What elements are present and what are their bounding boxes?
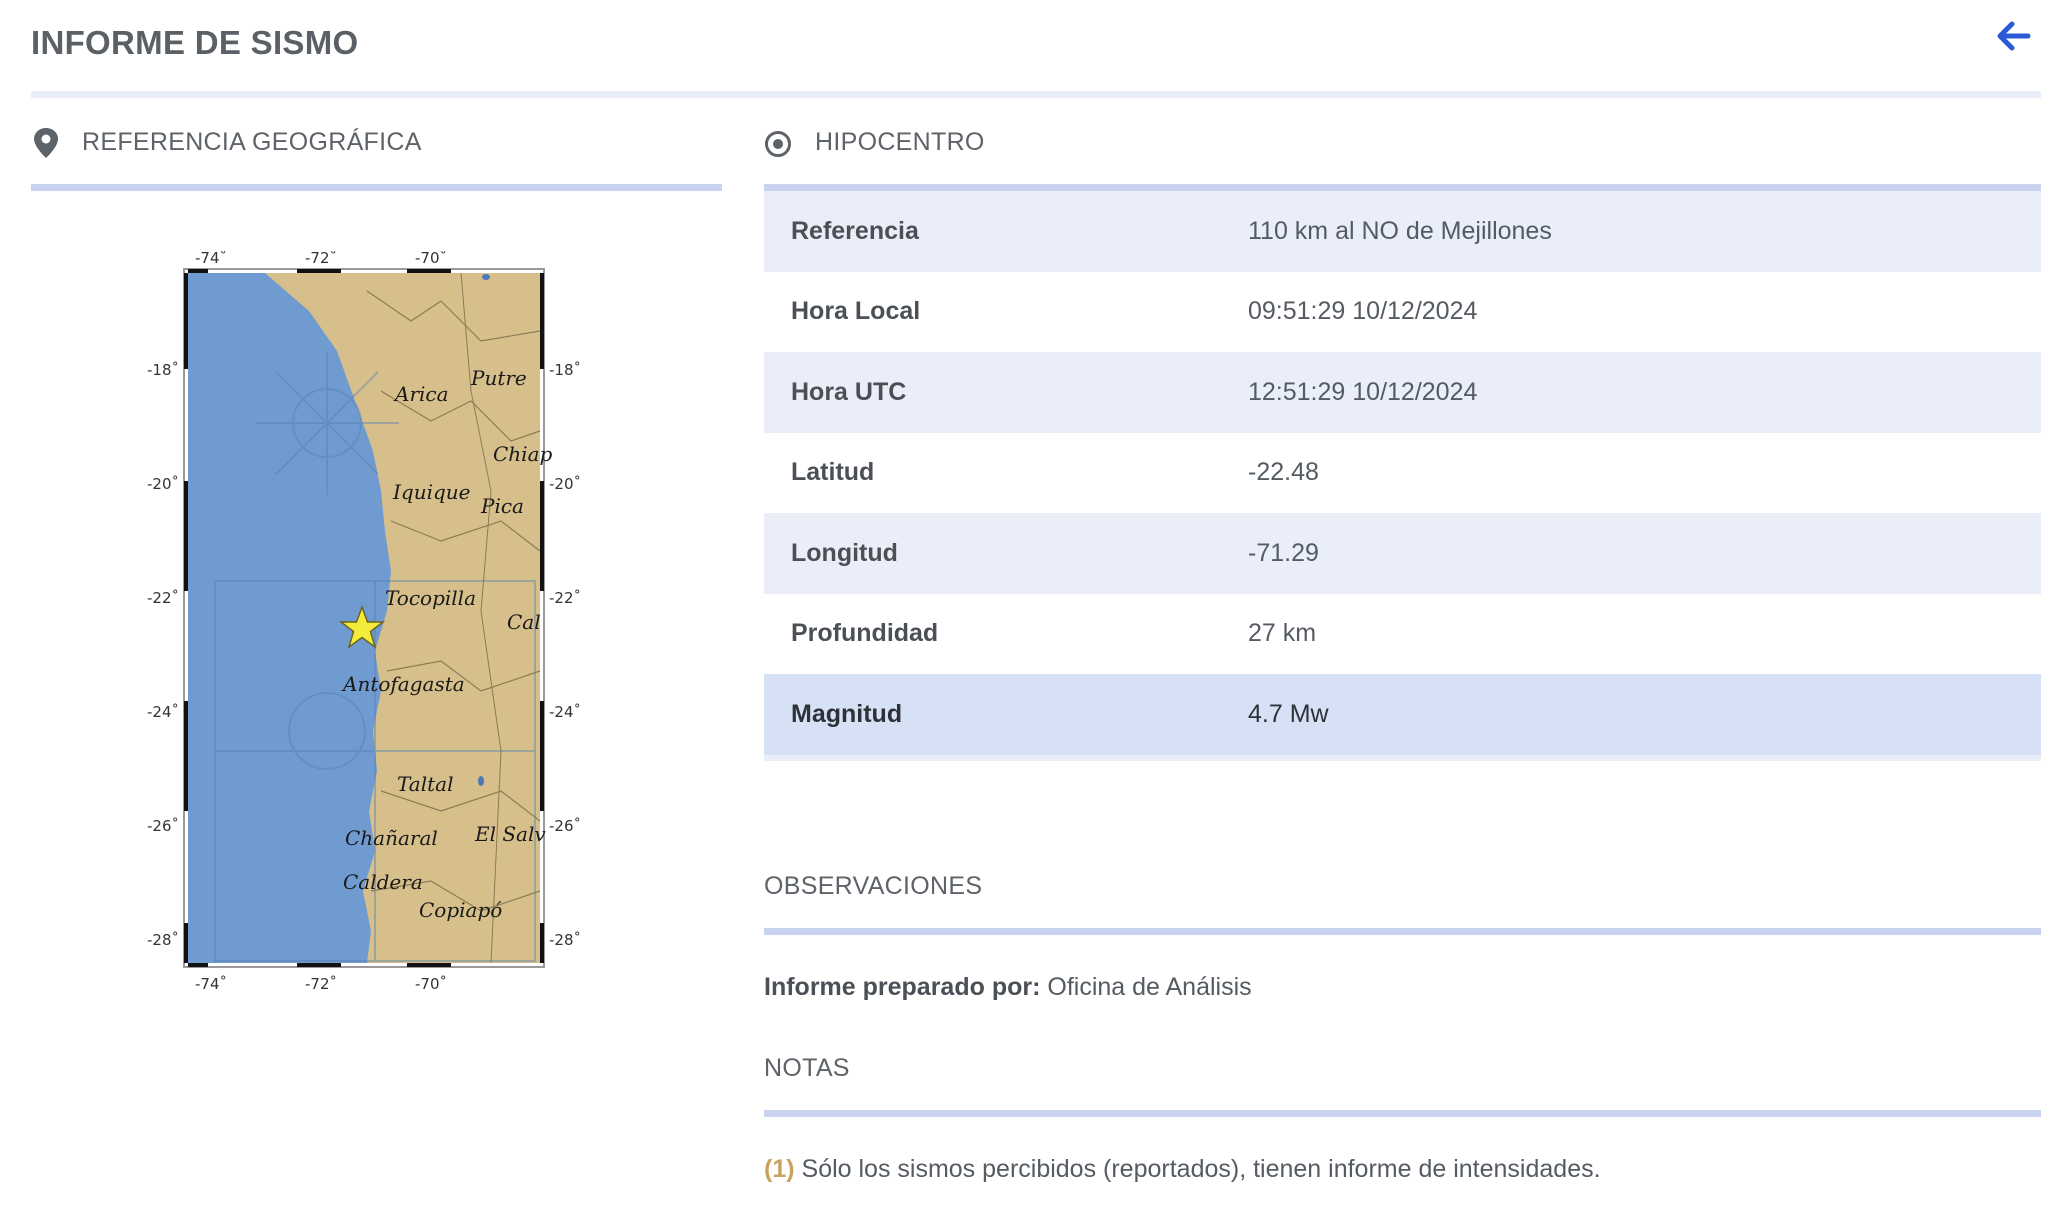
row-value: 09:51:29 10/12/2024 <box>1248 271 2041 352</box>
map-pin-icon <box>34 128 58 158</box>
map-place-label: Copiapó <box>419 898 502 922</box>
table-row: Longitud -71.29 <box>764 513 2041 594</box>
map-tick-right: -26˚ <box>549 817 581 835</box>
row-label: Latitud <box>764 432 1248 513</box>
row-value: 110 km al NO de Mejillones <box>1248 191 2041 272</box>
observations-section: OBSERVACIONES Informe preparado por: Ofi… <box>764 866 2041 1002</box>
prepared-by-label: Informe preparado por: <box>764 973 1041 1001</box>
title-divider <box>31 91 2041 98</box>
row-value: 4.7 Mw <box>1248 674 2041 755</box>
table-row-magnitude: Magnitud 4.7 Mw <box>764 674 2041 755</box>
map-tick-top: -72˚ <box>305 251 337 267</box>
map-tick-left: -24˚ <box>147 703 179 721</box>
map-tick-top: -70˚ <box>415 251 447 267</box>
map-tick-left: -18˚ <box>147 361 179 379</box>
hypocenter-table: Referencia 110 km al NO de Mejillones Ho… <box>764 191 2041 755</box>
row-value: 12:51:29 10/12/2024 <box>1248 352 2041 433</box>
hypocenter-header: HIPOCENTRO <box>764 122 2041 184</box>
map-tick-right: -24˚ <box>549 703 581 721</box>
map-tick-left: -26˚ <box>147 817 179 835</box>
note-item: (1) Sólo los sismos percibidos (reportad… <box>764 1155 2041 1184</box>
map-tick-right: -20˚ <box>549 475 581 493</box>
map-place-label: Pica <box>480 494 524 518</box>
observations-title: OBSERVACIONES <box>764 872 983 900</box>
map-tick-left: -28˚ <box>147 931 179 949</box>
observations-rule <box>764 928 2041 935</box>
table-bottom-rule <box>764 754 2041 761</box>
page-title: INFORME DE SISMO <box>31 24 359 61</box>
map-place-label: Iquique <box>392 480 471 504</box>
map-tick-left: -22˚ <box>147 589 179 607</box>
map-place-label: Chiap <box>493 442 553 466</box>
map-place-label: El Salv <box>474 822 546 846</box>
notes-rule <box>764 1110 2041 1117</box>
table-row: Referencia 110 km al NO de Mejillones <box>764 191 2041 272</box>
row-value: 27 km <box>1248 593 2041 674</box>
map-tick-top: -74˚ <box>195 251 227 267</box>
geo-reference-rule <box>31 184 722 191</box>
map-tick-bottom: -74˚ <box>195 975 227 993</box>
row-label: Hora UTC <box>764 352 1248 433</box>
earthquake-map: -74˚ -72˚ -70˚ -74˚ -72˚ -70˚ -18˚ -20˚ … <box>147 251 581 993</box>
map-place-label: Chañaral <box>345 826 438 850</box>
notes-header: NOTAS <box>764 1048 2041 1110</box>
notes-section: NOTAS (1) Sólo los sismos percibidos (re… <box>764 1048 2041 1184</box>
map-tick-bottom: -72˚ <box>305 975 337 993</box>
note-number: (1) <box>764 1155 795 1183</box>
table-row: Latitud -22.48 <box>764 432 2041 513</box>
map-tick-bottom: -70˚ <box>415 975 447 993</box>
map-place-label: Antofagasta <box>341 672 465 696</box>
table-row: Hora UTC 12:51:29 10/12/2024 <box>764 352 2041 433</box>
geo-reference-title: REFERENCIA GEOGRÁFICA <box>82 128 422 156</box>
note-text: Sólo los sismos percibidos (reportados),… <box>801 1155 1601 1183</box>
map-place-label: Arica <box>393 382 449 406</box>
row-value: -71.29 <box>1248 513 2041 594</box>
map-tick-right: -18˚ <box>549 361 581 379</box>
map-tick-right: -22˚ <box>549 589 581 607</box>
map-place-label: Tocopilla <box>385 586 476 610</box>
row-label: Profundidad <box>764 593 1248 674</box>
map-container: -74˚ -72˚ -70˚ -74˚ -72˚ -70˚ -18˚ -20˚ … <box>31 191 722 1011</box>
map-place-label: Putre <box>470 366 527 390</box>
hypocenter-rule <box>764 184 2041 191</box>
arrow-left-icon[interactable] <box>1996 20 2032 52</box>
prepared-by: Informe preparado por: Oficina de Anális… <box>764 973 2041 1002</box>
map-tick-left: -20˚ <box>147 475 179 493</box>
row-label: Referencia <box>764 191 1248 272</box>
map-tick-right: -28˚ <box>549 931 581 949</box>
geo-reference-panel: REFERENCIA GEOGRÁFICA -74˚ -72˚ -70˚ -74… <box>31 122 722 1011</box>
table-row: Hora Local 09:51:29 10/12/2024 <box>764 271 2041 352</box>
prepared-by-value: Oficina de Análisis <box>1047 973 1252 1001</box>
observations-header: OBSERVACIONES <box>764 866 2041 928</box>
row-label: Longitud <box>764 513 1248 594</box>
map-place-label: Caldera <box>343 870 423 894</box>
geo-reference-header: REFERENCIA GEOGRÁFICA <box>31 122 722 184</box>
row-value: -22.48 <box>1248 432 2041 513</box>
hypocenter-title: HIPOCENTRO <box>815 128 985 156</box>
row-label: Magnitud <box>764 674 1248 755</box>
map-place-label: Cal <box>507 610 541 634</box>
table-row: Profundidad 27 km <box>764 593 2041 674</box>
hypocenter-panel: HIPOCENTRO Referencia 110 km al NO de Me… <box>764 122 2041 761</box>
target-icon <box>765 131 791 157</box>
map-place-label: Taltal <box>397 772 453 796</box>
row-label: Hora Local <box>764 271 1248 352</box>
notes-title: NOTAS <box>764 1054 850 1082</box>
